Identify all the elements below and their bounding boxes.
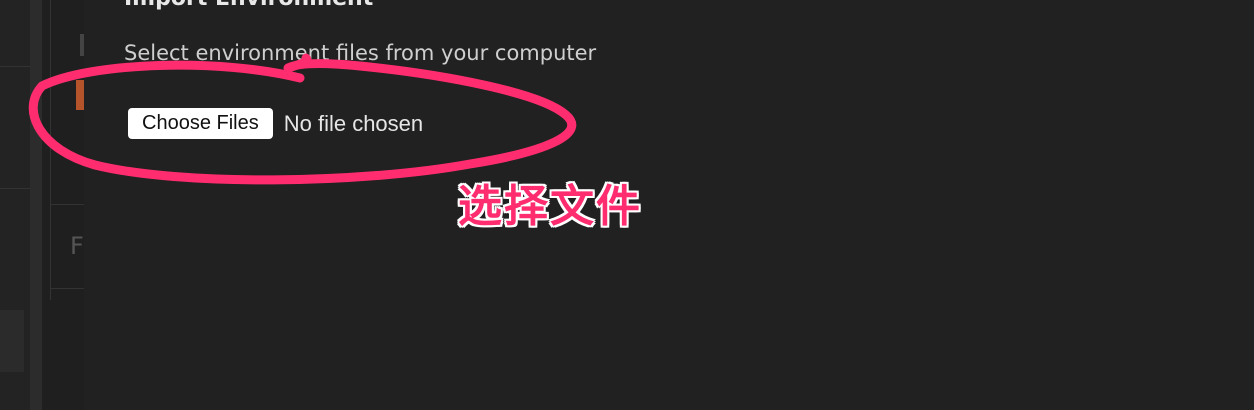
background-label: F xyxy=(70,232,84,260)
modal-title: Import Environment xyxy=(124,0,373,11)
modal-subtitle: Select environment files from your compu… xyxy=(124,41,597,65)
choose-files-button[interactable]: Choose Files xyxy=(128,108,273,139)
background-app-pane: F xyxy=(0,0,84,410)
screen: F Import Environment Select environment … xyxy=(0,0,1254,410)
background-accent-tab xyxy=(76,80,84,110)
file-input[interactable]: Choose Files No file chosen xyxy=(128,108,423,139)
background-item xyxy=(0,310,24,372)
file-status-text: No file chosen xyxy=(283,110,424,136)
background-separator xyxy=(0,188,30,189)
background-separator xyxy=(0,66,30,67)
background-divider xyxy=(30,0,42,410)
import-environment-modal: Import Environment Select environment fi… xyxy=(84,0,1254,410)
annotation-label: 选择文件 xyxy=(458,181,642,232)
